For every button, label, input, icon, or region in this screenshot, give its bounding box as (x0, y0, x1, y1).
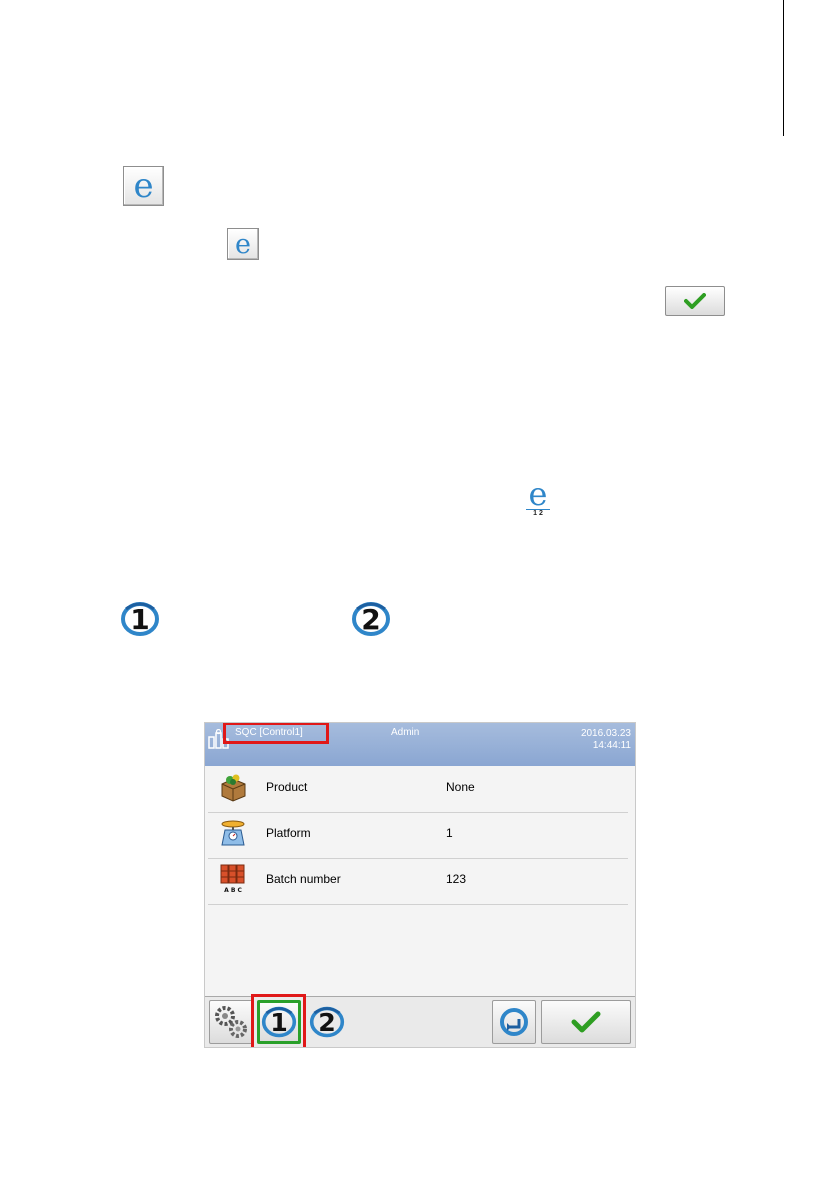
list-item-product[interactable]: Product None (208, 766, 628, 813)
e-glyph-small: e (235, 228, 251, 260)
control-2-icon: 2 (309, 1006, 345, 1038)
margin-rule (783, 0, 784, 136)
e12-glyph: e (528, 475, 548, 513)
check-icon (684, 293, 706, 309)
device-screenshot: SQC [Control1] Admin 2016.03.23 14:44:11… (204, 722, 636, 1048)
confirm-button[interactable] (541, 1000, 631, 1044)
e-1-2-icon: e 1 2 (524, 475, 552, 518)
row-label: Product (266, 780, 308, 794)
batch-icon-text: A B C (224, 887, 242, 894)
list-item-batch-number[interactable]: A B C Batch number 123 (208, 858, 628, 905)
row-label: Platform (266, 826, 311, 840)
confirm-check-icon (571, 1011, 601, 1033)
e-glyph: e (133, 166, 154, 206)
platform-scale-icon (221, 820, 245, 846)
list-item-platform[interactable]: Platform 1 (208, 812, 628, 859)
exit-icon (500, 1008, 528, 1036)
row-label: Batch number (266, 872, 341, 886)
control-2-glyph: 2 (318, 1008, 336, 1037)
e-button-icon[interactable]: e (123, 166, 164, 206)
control-1-icon: 1 (121, 602, 159, 636)
control-2-icon: 2 (352, 602, 390, 636)
control-2-glyph: 2 (361, 603, 380, 636)
row-value: None (446, 780, 475, 794)
control-2-button[interactable]: 2 (305, 1000, 349, 1044)
header-time: 14:44:11 (592, 740, 631, 751)
header-date: 2016.03.23 (580, 728, 631, 739)
settings-gears-icon (215, 1006, 247, 1038)
row-value: 1 (446, 826, 453, 840)
parameter-list: Product None Platform 1 A B C Batch numb… (205, 766, 635, 996)
settings-button[interactable] (209, 1000, 253, 1044)
screen-footer: 1 2 (205, 994, 635, 1047)
e-button-small-icon[interactable]: e (227, 228, 259, 260)
user-name: Admin (391, 727, 420, 738)
product-box-icon (221, 774, 246, 802)
batch-abc-icon: A B C (220, 864, 245, 894)
control-1-glyph: 1 (130, 603, 149, 636)
mode-title-highlight (223, 723, 329, 744)
exit-button[interactable] (492, 1000, 536, 1044)
control-1-highlight (251, 994, 306, 1047)
row-value: 123 (446, 872, 467, 886)
confirm-check-button[interactable] (665, 286, 725, 316)
